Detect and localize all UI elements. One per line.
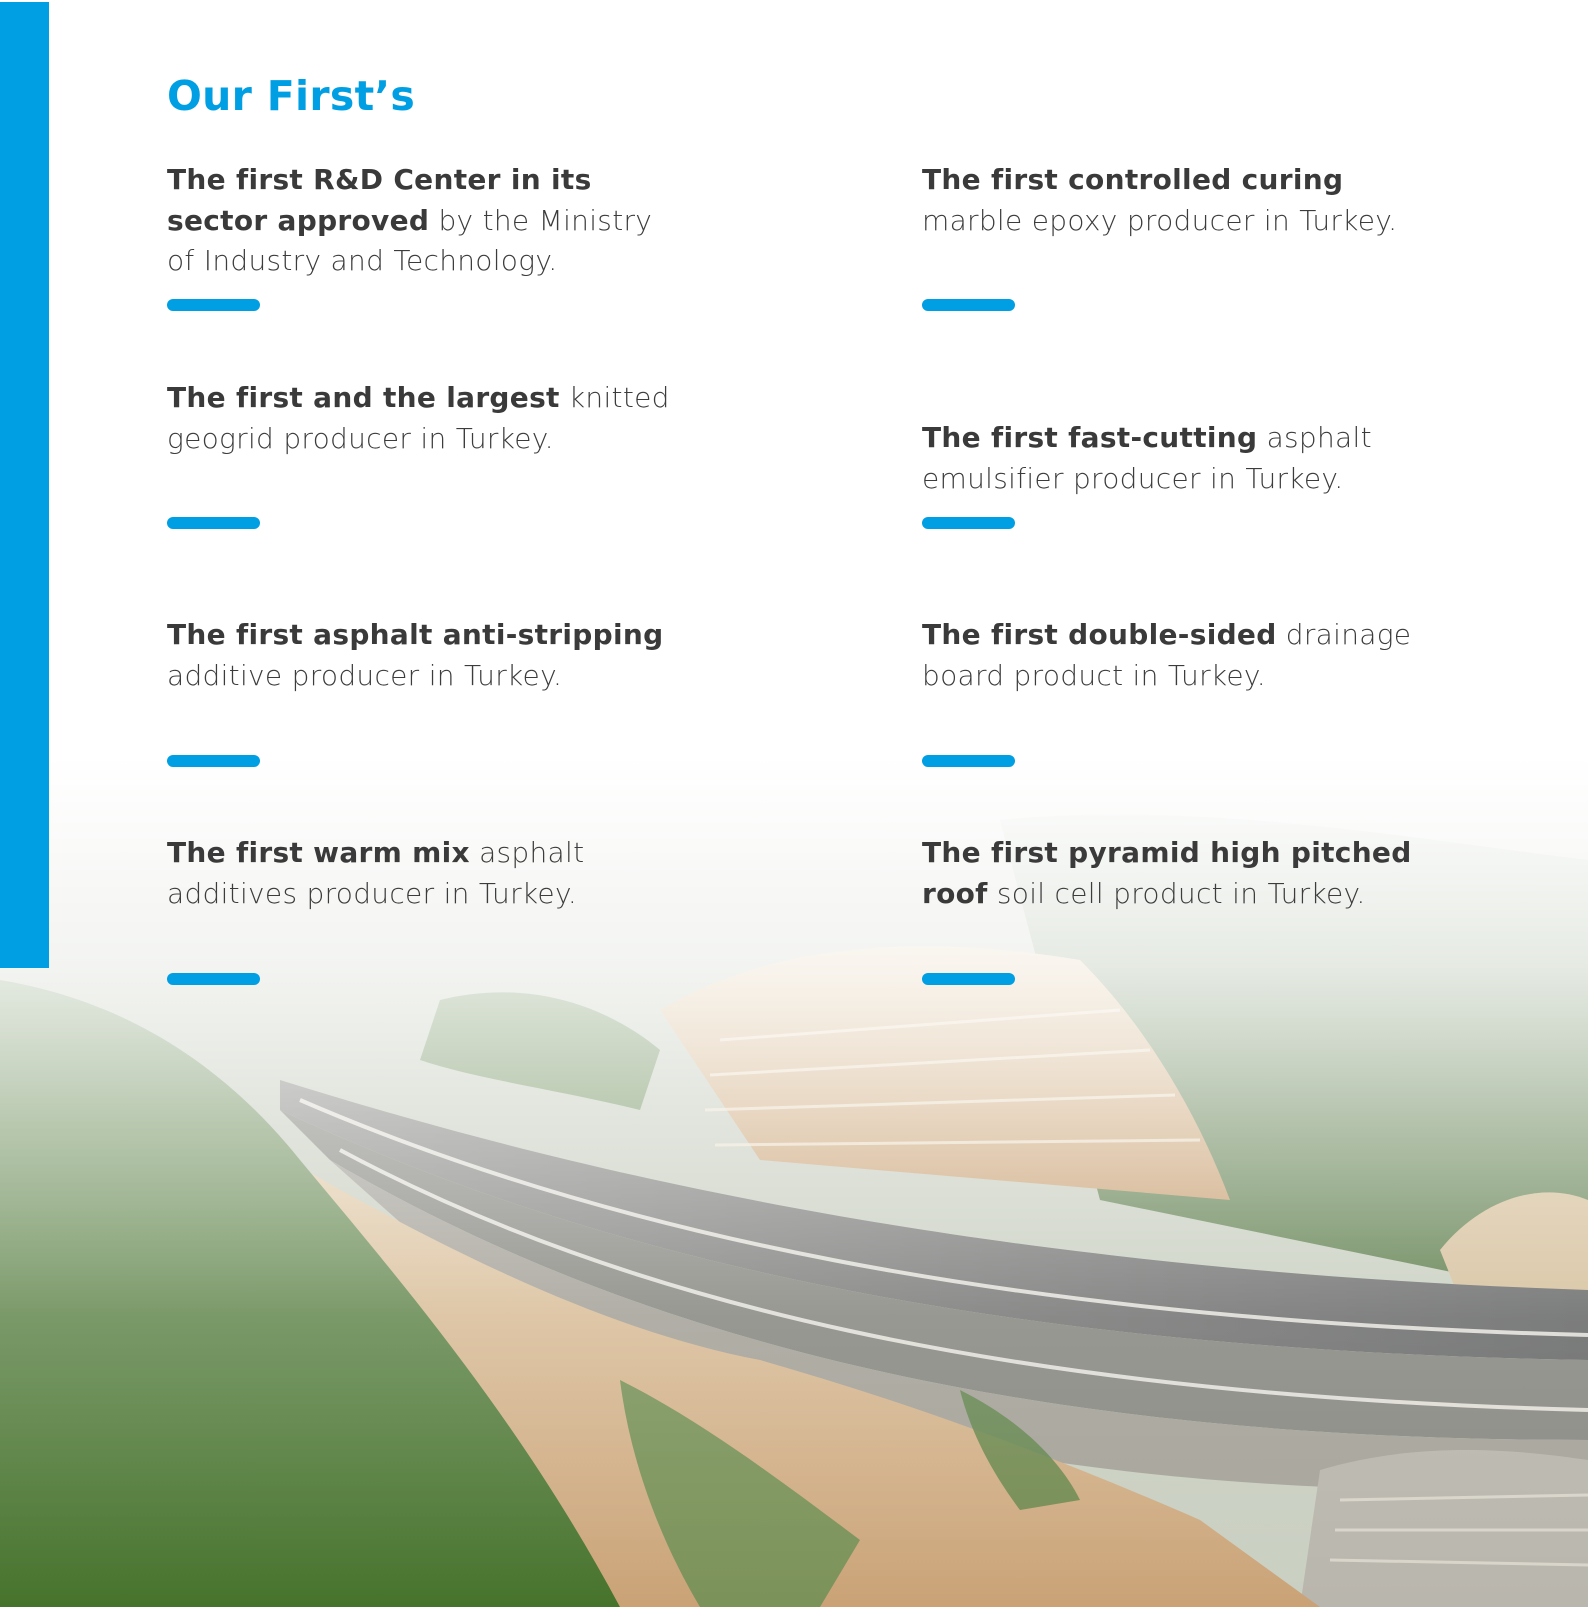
first-item-bold: The first asphalt anti-stripping: [167, 618, 664, 651]
divider-rule: [922, 299, 1015, 311]
first-item-bold: The first warm mix: [167, 836, 470, 869]
first-item-bold: The first double-sided: [922, 618, 1277, 651]
first-item-bold: The first fast-cutting: [922, 421, 1258, 454]
first-item-bold: The first and the largest: [167, 381, 560, 414]
first-item-drainage-board: The first double-sided drainage board pr…: [922, 615, 1442, 696]
first-item-soil-cell: The first pyramid high pitched roof soil…: [922, 833, 1442, 914]
divider-rule: [922, 517, 1015, 529]
first-item-text: The first R&D Center in its sector appro…: [167, 160, 687, 282]
first-item-text: The first asphalt anti-stripping additiv…: [167, 615, 687, 696]
divider-rule: [167, 755, 260, 767]
divider-rule: [922, 755, 1015, 767]
first-item-text: The first and the largest knitted geogri…: [167, 378, 687, 459]
divider-rule: [922, 973, 1015, 985]
first-item-text: The first controlled curing marble epoxy…: [922, 160, 1442, 241]
first-item-bold: The first controlled curing: [922, 163, 1344, 196]
first-item-text: The first double-sided drainage board pr…: [922, 615, 1442, 696]
first-item-text: The first pyramid high pitched roof soil…: [922, 833, 1442, 914]
page-heading: Our First’s: [167, 72, 416, 120]
divider-rule: [167, 973, 260, 985]
first-item-warm-mix: The first warm mix asphalt additives pro…: [167, 833, 687, 914]
first-item-marble-epoxy: The first controlled curing marble epoxy…: [922, 160, 1442, 241]
first-item-text: The first fast-cutting asphalt emulsifie…: [922, 418, 1442, 499]
accent-bar: [0, 2, 49, 968]
first-item-geogrid: The first and the largest knitted geogri…: [167, 378, 687, 459]
divider-rule: [167, 517, 260, 529]
first-item-anti-stripping: The first asphalt anti-stripping additiv…: [167, 615, 687, 696]
first-item-rest: marble epoxy producer in Turkey.: [922, 203, 1398, 237]
first-item-text: The first warm mix asphalt additives pro…: [167, 833, 687, 914]
first-item-rest: soil cell product in Turkey.: [987, 876, 1366, 910]
first-item-rnd-center: The first R&D Center in its sector appro…: [167, 160, 687, 282]
divider-rule: [167, 299, 260, 311]
first-item-asphalt-emulsifier: The first fast-cutting asphalt emulsifie…: [922, 418, 1442, 499]
first-item-rest: additive producer in Turkey.: [167, 658, 563, 692]
